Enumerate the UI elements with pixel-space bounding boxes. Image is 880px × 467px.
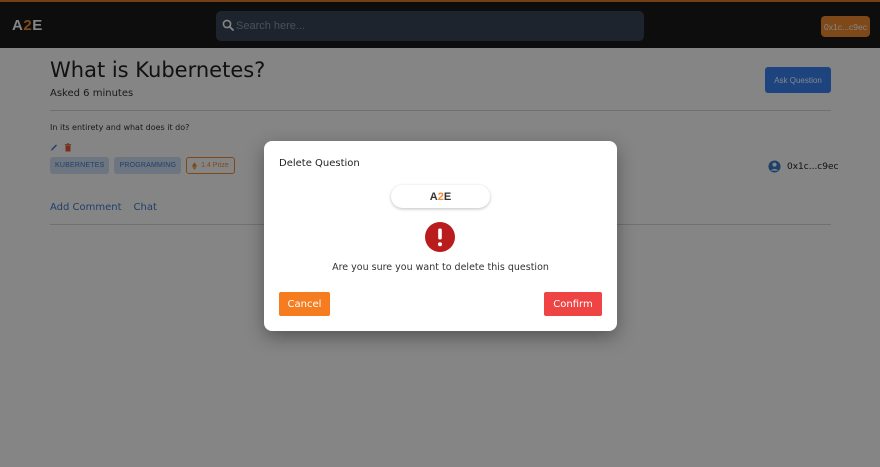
modal-logo: A2E [391,185,490,208]
confirm-button[interactable]: Confirm [544,292,602,316]
modal-message: Are you sure you want to delete this que… [332,262,549,273]
exclamation-icon [425,222,455,252]
modal-title: Delete Question [279,158,360,169]
logo-text-e: E [443,190,452,203]
cancel-button[interactable]: Cancel [279,292,330,316]
logo-text-a: A [429,190,438,203]
delete-question-modal: Delete Question A2E Are you sure you wan… [264,141,617,331]
